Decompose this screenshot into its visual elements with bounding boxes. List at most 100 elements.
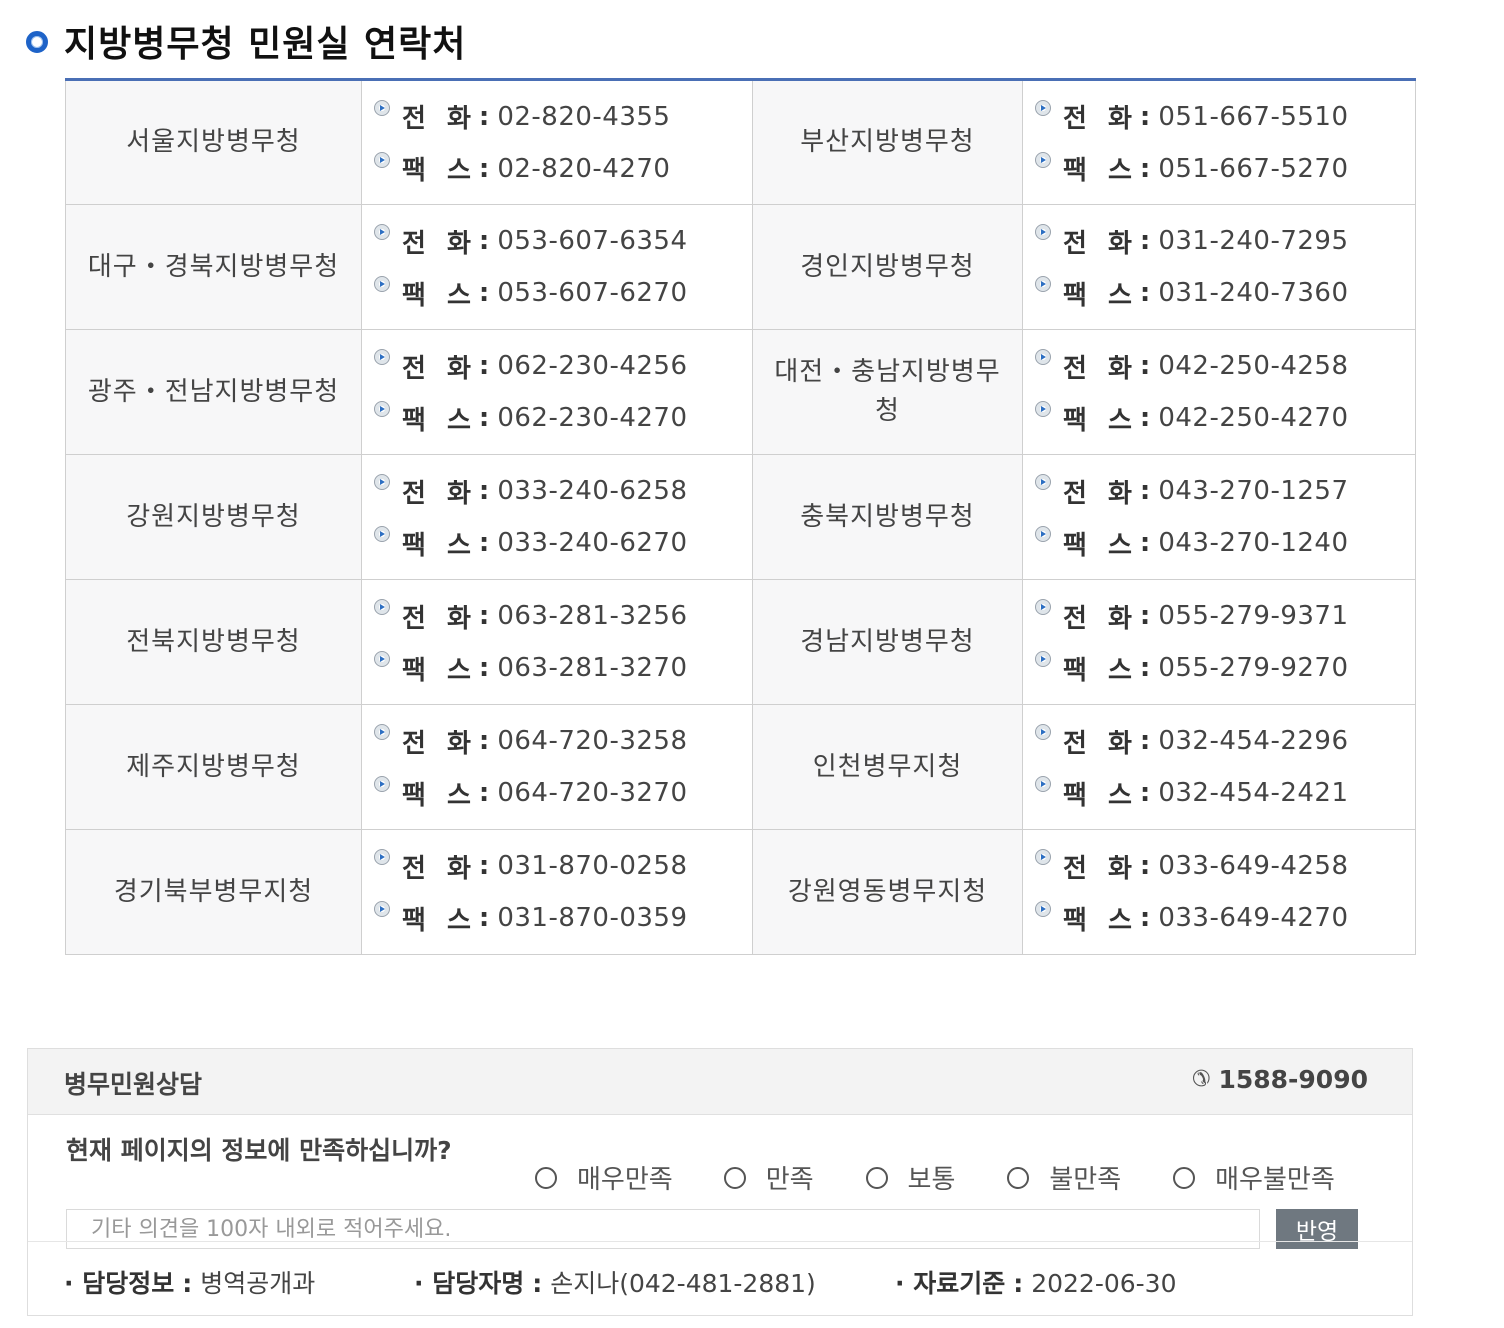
contact-numbers: 전 화:042-250-4258 팩 스:042-250-4270 [1022, 329, 1416, 455]
page: 지방병무청 민원실 연락처 서울지방병무청 전 화:02-820-4355 팩 스:… [0, 0, 1504, 1328]
fax-number: 042-250-4270 [1158, 403, 1349, 433]
phone-line: 전 화:063-281-3256 [374, 590, 752, 642]
office-name: 경기북부병무지청 [65, 829, 362, 955]
colon: : [478, 403, 490, 433]
phone-number: 053-607-6354 [497, 226, 688, 256]
contact-numbers: 전 화:031-240-7295 팩 스:031-240-7360 [1022, 204, 1416, 330]
phone-number: 042-250-4258 [1158, 351, 1349, 381]
table-row: 대구・경북지방병무청 전 화:053-607-6354 팩 스:053-607-62… [65, 204, 1416, 330]
phone-line: 전 화:051-667-5510 [1035, 91, 1415, 143]
radio-icon[interactable] [1173, 1166, 1196, 1189]
arrow-bullet-icon [374, 901, 390, 917]
table-row: 강원지방병무청 전 화:033-240-6258 팩 스:033-240-6270 충… [65, 454, 1416, 580]
phone-label: 전 화 [402, 853, 477, 884]
phone-label: 전 화 [402, 728, 477, 759]
fax-label: 팩 스 [402, 156, 477, 186]
table-row: 광주・전남지방병무청 전 화:062-230-4256 팩 스:062-230-42… [65, 329, 1416, 455]
survey-option-satisfied[interactable]: 만족 [723, 1159, 814, 1196]
office-name: 제주지방병무청 [65, 704, 362, 830]
phone-label: 전 화 [1063, 104, 1138, 134]
colon: : [1139, 601, 1151, 631]
phone-label: 전 화 [402, 104, 477, 134]
fax-label: 팩 스 [402, 655, 477, 686]
fax-label: 팩 스 [402, 780, 477, 811]
survey-option-very-dissatisfied[interactable]: 매우불만족 [1173, 1159, 1335, 1196]
radio-icon[interactable] [723, 1166, 746, 1189]
fax-label: 팩 스 [1063, 280, 1138, 311]
info-separator: : [182, 1269, 193, 1298]
phone-line: 전 화:043-270-1257 [1035, 465, 1415, 517]
fax-line: 팩 스:033-649-4270 [1035, 892, 1415, 944]
info-separator: : [1013, 1269, 1024, 1298]
info-date: · 자료기준:2022-06-30 [895, 1264, 1177, 1300]
arrow-bullet-icon [374, 349, 390, 365]
fax-label: 팩 스 [402, 905, 477, 936]
radio-icon[interactable] [1007, 1166, 1030, 1189]
contact-numbers: 전 화:064-720-3258 팩 스:064-720-3270 [361, 704, 753, 830]
colon: : [478, 903, 490, 933]
phone-number: 031-240-7295 [1158, 226, 1349, 256]
survey-option-label: 만족 [765, 1165, 814, 1195]
table-row: 서울지방병무청 전 화:02-820-4355 팩 스:02-820-4270 부산지… [65, 79, 1416, 205]
colon: : [1139, 101, 1151, 132]
arrow-bullet-icon [1035, 526, 1051, 542]
colon: : [1139, 226, 1151, 256]
phone-label: 전 화 [1063, 728, 1138, 759]
fax-number: 02-820-4270 [497, 153, 671, 184]
info-person: · 담당자명: 손지나(042-481-2881) [414, 1264, 816, 1300]
phone-label: 전 화 [402, 478, 477, 509]
colon: : [478, 476, 490, 506]
section-title: 지방병무청 민원실 연락처 [26, 18, 467, 65]
info-date-value: 2022-06-30 [1031, 1269, 1177, 1298]
fax-number: 032-454-2421 [1158, 778, 1349, 808]
colon: : [478, 226, 490, 256]
contact-numbers: 전 화:032-454-2296 팩 스:032-454-2421 [1022, 704, 1416, 830]
colon: : [478, 851, 490, 881]
office-name: 인천병무지청 [752, 704, 1023, 830]
arrow-bullet-icon [1035, 224, 1051, 240]
colon: : [478, 601, 490, 631]
counsel-title: 병무민원상담 [64, 1070, 203, 1099]
phone-number: 062-230-4256 [497, 351, 688, 381]
colon: : [1139, 903, 1151, 933]
survey-option-very-satisfied[interactable]: 매우만족 [535, 1159, 673, 1196]
info-separator: : [532, 1269, 543, 1298]
table-row: 전북지방병무청 전 화:063-281-3256 팩 스:063-281-3270 경… [65, 579, 1416, 705]
fax-line: 팩 스:032-454-2421 [1035, 767, 1415, 819]
colon: : [1139, 278, 1151, 308]
arrow-bullet-icon [374, 776, 390, 792]
page-title: 지방병무청 민원실 연락처 [64, 24, 467, 65]
survey-option-label: 매우만족 [577, 1165, 673, 1195]
phone-line: 전 화:033-649-4258 [1035, 840, 1415, 892]
fax-label: 팩 스 [1063, 655, 1138, 686]
fax-number: 062-230-4270 [497, 403, 688, 433]
radio-icon[interactable] [535, 1166, 557, 1189]
contact-numbers: 전 화:033-240-6258 팩 스:033-240-6270 [361, 454, 753, 580]
phone-number: 063-281-3256 [497, 601, 688, 631]
survey-option-dissatisfied[interactable]: 불만족 [1007, 1159, 1121, 1196]
phone-label: 전 화 [1063, 603, 1138, 634]
fax-label: 팩 스 [402, 280, 477, 311]
arrow-bullet-icon [374, 599, 390, 615]
contact-numbers: 전 화:062-230-4256 팩 스:062-230-4270 [361, 329, 753, 455]
arrow-bullet-icon [374, 276, 390, 292]
phone-line: 전 화:062-230-4256 [374, 340, 752, 392]
office-name: 대전・충남지방병무청 [752, 329, 1023, 455]
fax-line: 팩 스:031-240-7360 [1035, 267, 1415, 319]
colon: : [478, 528, 490, 558]
office-name: 대구・경북지방병무청 [65, 204, 362, 330]
radio-icon[interactable] [865, 1166, 888, 1189]
arrow-bullet-icon [1035, 99, 1051, 116]
fax-number: 051-667-5270 [1158, 153, 1349, 184]
info-dept-value: 병역공개과 [200, 1269, 316, 1298]
table-row: 제주지방병무청 전 화:064-720-3258 팩 스:064-720-3270 인… [65, 704, 1416, 830]
arrow-bullet-icon [1035, 474, 1051, 490]
office-name: 부산지방병무청 [752, 79, 1023, 205]
phone-number: 055-279-9371 [1158, 601, 1349, 631]
fax-line: 팩 스:031-870-0359 [374, 892, 752, 944]
phone-number: 02-820-4355 [497, 101, 671, 132]
counsel-phone: ✆ 1588-9090 [1192, 1065, 1368, 1094]
contact-numbers: 전 화:055-279-9371 팩 스:055-279-9270 [1022, 579, 1416, 705]
office-name: 서울지방병무청 [65, 79, 362, 205]
survey-option-neutral[interactable]: 보통 [865, 1159, 955, 1196]
